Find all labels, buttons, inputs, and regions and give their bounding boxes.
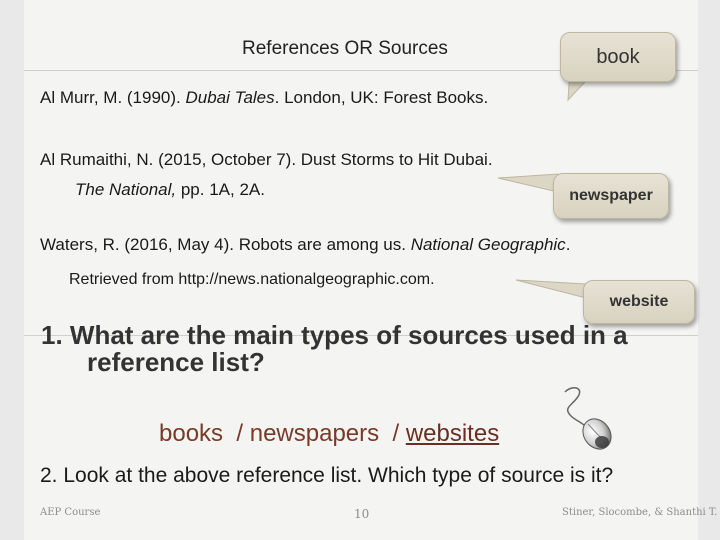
reference-website-period: .	[565, 235, 571, 254]
book-callout: book	[560, 32, 676, 82]
reference-newspaper-publication: The National,	[75, 180, 177, 199]
newspaper-callout: newspaper	[553, 173, 669, 219]
reference-website-line1: Waters, R. (2016, May 4). Robots are amo…	[40, 235, 570, 255]
answer-websites-link[interactable]: websites	[406, 420, 499, 447]
reference-newspaper-line2: The National, pp. 1A, 2A.	[75, 180, 265, 200]
reference-book-title: Dubai Tales	[185, 88, 275, 107]
reference-book-rest: . London, UK: Forest Books.	[274, 88, 489, 107]
question-1: 1. What are the main types of sources us…	[41, 322, 681, 376]
answer-separator: / newspapers /	[223, 420, 406, 447]
newspaper-callout-label: newspaper	[569, 187, 653, 204]
website-callout-label: website	[609, 293, 669, 310]
reference-book: Al Murr, M. (1990). Dubai Tales. London,…	[40, 88, 488, 108]
question-2: 2. Look at the above reference list. Whi…	[40, 464, 614, 487]
reference-newspaper-pages: pp. 1A, 2A.	[176, 180, 265, 199]
footer-course: AEP Course	[40, 507, 101, 518]
footer-authors: Stiner, Slocombe, & Shanthi T.	[562, 507, 718, 518]
website-callout: website	[583, 280, 695, 324]
footer-page-number: 10	[354, 507, 370, 521]
computer-mouse-icon	[564, 387, 612, 450]
reference-newspaper-line1: Al Rumaithi, N. (2015, October 7). Dust …	[40, 150, 493, 169]
answer-books: books	[159, 420, 224, 447]
question-1-line1: 1. What are the main types of sources us…	[41, 320, 628, 350]
reference-website-line2: Retrieved from http://news.nationalgeogr…	[69, 271, 435, 288]
website-callout-tail	[515, 279, 587, 299]
answer-source-types: books / newspapers / websites	[159, 420, 499, 448]
newspaper-callout-tail	[497, 173, 559, 193]
book-callout-label: book	[596, 45, 640, 68]
reference-website-author: Waters, R. (2016, May 4). Robots are amo…	[40, 235, 411, 254]
question-1-line2: reference list?	[87, 347, 265, 377]
reference-website-publication: National Geographic	[410, 235, 566, 254]
slide-title: References OR Sources	[242, 38, 448, 59]
reference-book-author: Al Murr, M. (1990).	[40, 88, 186, 107]
